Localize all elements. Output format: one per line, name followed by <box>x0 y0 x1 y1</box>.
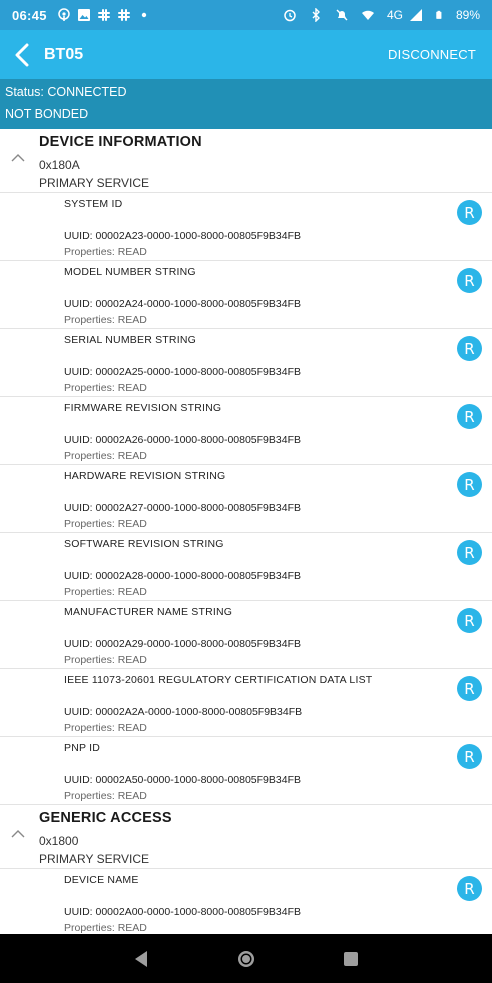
read-button[interactable]: R <box>457 608 482 633</box>
bond-status: NOT BONDED <box>5 107 89 121</box>
alarm-icon <box>284 9 296 22</box>
service-list: DEVICE INFORMATION 0x180A PRIMARY SERVIC… <box>0 129 492 934</box>
characteristic-item[interactable]: DEVICE NAME UUID: 00002A00-0000-1000-800… <box>0 869 492 934</box>
mute-icon <box>336 9 348 21</box>
characteristic-item[interactable]: SOFTWARE REVISION STRING UUID: 00002A28-… <box>0 533 492 601</box>
service-header[interactable]: DEVICE INFORMATION 0x180A PRIMARY SERVIC… <box>0 129 492 193</box>
app-bar: BT05 DISCONNECT <box>0 30 492 79</box>
triangle-back-icon <box>134 950 147 967</box>
service-name: DEVICE INFORMATION <box>39 134 202 150</box>
characteristic-item[interactable]: HARDWARE REVISION STRING UUID: 00002A27-… <box>0 465 492 533</box>
characteristic-item[interactable]: MODEL NUMBER STRING UUID: 00002A24-0000-… <box>0 261 492 329</box>
signal-icon <box>409 9 422 21</box>
chevron-up-icon[interactable] <box>10 153 26 163</box>
characteristic-uuid: UUID: 00002A00-0000-1000-8000-00805F9B34… <box>64 906 301 918</box>
characteristic-item[interactable]: MANUFACTURER NAME STRING UUID: 00002A29-… <box>0 601 492 669</box>
wifi-icon <box>361 10 374 20</box>
characteristic-name: SOFTWARE REVISION STRING <box>64 538 224 550</box>
connection-info: Status: CONNECTED NOT BONDED <box>0 79 492 129</box>
image-icon <box>77 9 90 21</box>
characteristic-name: FIRMWARE REVISION STRING <box>64 402 222 414</box>
characteristic-properties: Properties: READ <box>64 246 147 258</box>
characteristic-name: DEVICE NAME <box>64 874 139 886</box>
characteristic-item[interactable]: PNP ID UUID: 00002A50-0000-1000-8000-008… <box>0 737 492 805</box>
nav-home-button[interactable] <box>231 944 261 974</box>
clock: 06:45 <box>12 7 47 23</box>
back-button[interactable] <box>2 30 42 79</box>
read-button[interactable]: R <box>457 676 482 701</box>
connection-status: Status: CONNECTED <box>5 85 127 99</box>
characteristic-item[interactable]: FIRMWARE REVISION STRING UUID: 00002A26-… <box>0 397 492 465</box>
characteristic-properties: Properties: READ <box>64 790 147 802</box>
characteristic-properties: Properties: READ <box>64 450 147 462</box>
characteristic-name: SYSTEM ID <box>64 198 123 210</box>
characteristic-name: MODEL NUMBER STRING <box>64 266 196 278</box>
characteristic-item[interactable]: SERIAL NUMBER STRING UUID: 00002A25-0000… <box>0 329 492 397</box>
back-arrow-icon <box>15 43 29 66</box>
read-button[interactable]: R <box>457 268 482 293</box>
characteristic-item[interactable]: IEEE 11073-20601 REGULATORY CERTIFICATIO… <box>0 669 492 737</box>
read-button[interactable]: R <box>457 404 482 429</box>
characteristic-uuid: UUID: 00002A25-0000-1000-8000-00805F9B34… <box>64 366 301 378</box>
characteristic-uuid: UUID: 00002A2A-0000-1000-8000-00805F9B34… <box>64 706 303 718</box>
disconnect-button[interactable]: DISCONNECT <box>388 47 476 62</box>
circle-home-icon <box>237 950 254 967</box>
characteristic-properties: Properties: READ <box>64 586 147 598</box>
nav-recents-button[interactable] <box>336 944 366 974</box>
characteristic-properties: Properties: READ <box>64 518 147 530</box>
characteristic-name: PNP ID <box>64 742 101 754</box>
characteristic-properties: Properties: READ <box>64 314 147 326</box>
characteristic-properties: Properties: READ <box>64 654 147 666</box>
read-button[interactable]: R <box>457 540 482 565</box>
service-uuid: 0x180A <box>39 158 80 172</box>
characteristic-uuid: UUID: 00002A29-0000-1000-8000-00805F9B34… <box>64 638 301 650</box>
service-type: PRIMARY SERVICE <box>39 176 150 190</box>
read-button[interactable]: R <box>457 200 482 225</box>
service-type: PRIMARY SERVICE <box>39 852 150 866</box>
read-button[interactable]: R <box>457 744 482 769</box>
characteristic-uuid: UUID: 00002A24-0000-1000-8000-00805F9B34… <box>64 298 301 310</box>
chevron-up-icon[interactable] <box>10 829 26 839</box>
characteristic-uuid: UUID: 00002A28-0000-1000-8000-00805F9B34… <box>64 570 301 582</box>
characteristic-uuid: UUID: 00002A23-0000-1000-8000-00805F9B34… <box>64 230 301 242</box>
characteristic-uuid: UUID: 00002A50-0000-1000-8000-00805F9B34… <box>64 774 301 786</box>
network-type: 4G <box>386 8 403 22</box>
characteristic-properties: Properties: READ <box>64 922 147 934</box>
status-bar: 06:45 4G 89% <box>0 0 492 30</box>
device-title: BT05 <box>44 45 84 63</box>
battery-level: 89% <box>455 8 480 22</box>
square-recents-icon <box>344 951 359 966</box>
characteristic-properties: Properties: READ <box>64 722 147 734</box>
characteristic-uuid: UUID: 00002A26-0000-1000-8000-00805F9B34… <box>64 434 301 446</box>
bluetooth-icon <box>312 8 320 22</box>
characteristic-uuid: UUID: 00002A27-0000-1000-8000-00805F9B34… <box>64 502 301 514</box>
dot-icon <box>141 12 146 18</box>
navigation-bar <box>0 934 492 983</box>
characteristic-name: SERIAL NUMBER STRING <box>64 334 196 346</box>
read-button[interactable]: R <box>457 472 482 497</box>
service-uuid: 0x1800 <box>39 834 79 848</box>
service-name: GENERIC ACCESS <box>39 810 172 826</box>
podcast-icon <box>58 8 70 21</box>
slack-icon <box>117 9 130 21</box>
characteristic-item[interactable]: SYSTEM ID UUID: 00002A23-0000-1000-8000-… <box>0 193 492 261</box>
slack-icon <box>97 9 110 21</box>
characteristic-name: IEEE 11073-20601 REGULATORY CERTIFICATIO… <box>64 674 373 686</box>
characteristic-name: HARDWARE REVISION STRING <box>64 470 226 482</box>
service-header[interactable]: GENERIC ACCESS 0x1800 PRIMARY SERVICE <box>0 805 492 869</box>
read-button[interactable]: R <box>457 876 482 901</box>
characteristic-name: MANUFACTURER NAME STRING <box>64 606 233 618</box>
battery-icon <box>436 10 442 19</box>
characteristic-properties: Properties: READ <box>64 382 147 394</box>
nav-back-button[interactable] <box>126 944 156 974</box>
read-button[interactable]: R <box>457 336 482 361</box>
